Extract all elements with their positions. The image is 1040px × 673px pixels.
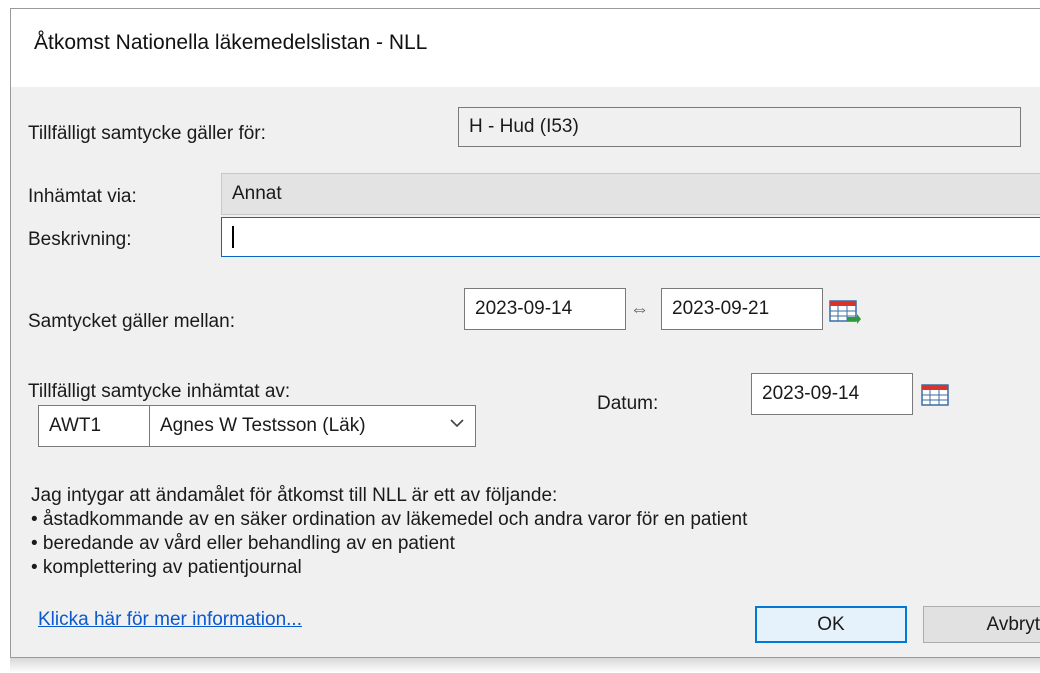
date-label: Datum: (597, 393, 659, 414)
valid-from-value: 2023-09-14 (475, 298, 573, 319)
description-label: Beskrivning: (28, 229, 132, 250)
ok-button-label: OK (817, 613, 845, 635)
calendar-icon[interactable] (829, 300, 861, 324)
valid-between-label: Samtycket gäller mellan: (28, 311, 235, 332)
ok-button[interactable]: OK (755, 606, 907, 643)
obtained-by-name-value: Agnes W Testsson (Läk) (160, 415, 366, 436)
attestation-item: • beredande av vård eller behandling av … (31, 533, 455, 554)
consent-for-value: H - Hud (I53) (469, 116, 579, 137)
chevron-down-icon (450, 419, 464, 428)
consent-for-field: H - Hud (I53) (458, 107, 1021, 147)
date-value: 2023-09-14 (762, 383, 860, 404)
obtained-by-label: Tillfälligt samtycke inhämtat av: (28, 381, 291, 402)
title-bar: Åtkomst Nationella läkemedelslistan - NL… (11, 9, 1040, 87)
valid-from-input[interactable]: 2023-09-14 (464, 288, 626, 330)
obtained-by-code-input[interactable]: AWT1 (38, 405, 150, 447)
cancel-button[interactable]: Avbryt (923, 606, 1040, 643)
obtained-by-code-value: AWT1 (49, 415, 102, 436)
attestation-intro: Jag intygar att ändamålet för åtkomst ti… (31, 485, 558, 506)
obtained-via-value: Annat (232, 183, 282, 204)
calendar-icon[interactable] (921, 384, 953, 408)
attestation-text: Jag intygar att ändamålet för åtkomst ti… (31, 484, 747, 580)
consent-for-label: Tillfälligt samtycke gäller för: (28, 123, 266, 144)
attestation-item: • komplettering av patientjournal (31, 557, 302, 578)
dialog-shadow (10, 658, 1040, 673)
attestation-item: • åstadkommande av en säker ordination a… (31, 509, 748, 530)
text-caret (232, 226, 234, 248)
valid-to-input[interactable]: 2023-09-21 (661, 288, 823, 330)
obtained-by-select[interactable]: Agnes W Testsson (Läk) (149, 405, 476, 447)
valid-to-value: 2023-09-21 (672, 298, 770, 319)
nll-access-dialog: Åtkomst Nationella läkemedelslistan - NL… (10, 8, 1040, 658)
date-input[interactable]: 2023-09-14 (751, 373, 913, 415)
cancel-button-label: Avbryt (986, 613, 1040, 635)
dialog-title: Åtkomst Nationella läkemedelslistan - NL… (34, 31, 428, 54)
obtained-via-field[interactable]: Annat (221, 173, 1040, 215)
date-range-separator: ⇔ (630, 299, 649, 320)
obtained-via-label: Inhämtat via: (28, 186, 137, 207)
more-info-link[interactable]: Klicka här för mer information... (38, 609, 302, 631)
description-input[interactable] (221, 217, 1040, 257)
